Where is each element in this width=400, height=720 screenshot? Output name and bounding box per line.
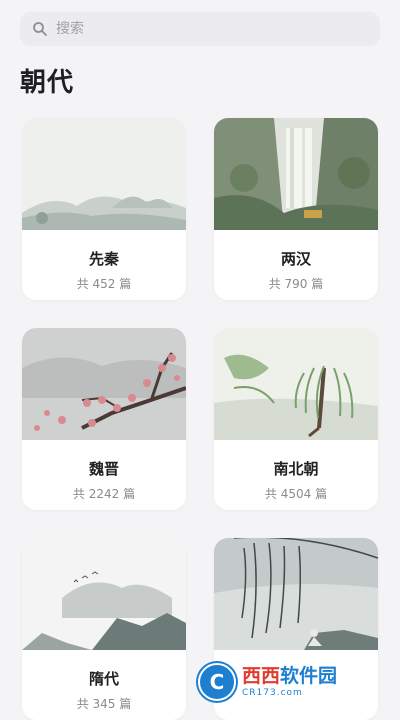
dynasty-name: 隋代 bbox=[88, 670, 119, 688]
search-bar[interactable] bbox=[20, 12, 380, 46]
dynasty-name: 两汉 bbox=[280, 250, 311, 268]
poem-count: 共 452 篇 bbox=[76, 277, 132, 291]
dynasty-image bbox=[214, 328, 378, 440]
dynasty-image bbox=[214, 118, 378, 230]
dynasty-grid: 先秦 共 452 篇 两汉 共 790 篇 魏晋 共 2242 篇 南北朝 共 … bbox=[22, 118, 378, 720]
search-input[interactable] bbox=[54, 20, 358, 38]
site-watermark: C 西西软件园 CR173.com bbox=[198, 662, 386, 702]
poem-count: 共 345 篇 bbox=[76, 697, 132, 711]
dynasty-image bbox=[22, 538, 186, 650]
search-icon bbox=[33, 22, 47, 36]
watermark-brand-part1: 西西 bbox=[242, 664, 281, 687]
dynasty-card-nanbeichao[interactable]: 南北朝 共 4504 篇 bbox=[214, 328, 378, 510]
dynasty-image bbox=[22, 118, 186, 230]
dynasty-image bbox=[22, 328, 186, 440]
watermark-brand-part2: 软件园 bbox=[280, 664, 338, 687]
cr-logo-icon: C bbox=[198, 663, 236, 701]
dynasty-name: 先秦 bbox=[88, 250, 119, 268]
dynasty-card-suidai[interactable]: 隋代 共 345 篇 bbox=[22, 538, 186, 720]
poem-count: 共 2242 篇 bbox=[72, 487, 136, 501]
dynasty-name: 南北朝 bbox=[273, 460, 319, 478]
watermark-url: CR173.com bbox=[242, 687, 303, 698]
dynasty-card-xianqin[interactable]: 先秦 共 452 篇 bbox=[22, 118, 186, 300]
dynasty-name: 魏晋 bbox=[88, 460, 119, 478]
poem-count: 共 4504 篇 bbox=[264, 487, 328, 501]
dynasty-card-lianghan[interactable]: 两汉 共 790 篇 bbox=[214, 118, 378, 300]
watermark-text: 西西软件园 CR173.com bbox=[242, 664, 338, 698]
page-title: 朝代 bbox=[20, 68, 75, 98]
dynasty-image bbox=[214, 538, 378, 650]
dynasty-card-weijin[interactable]: 魏晋 共 2242 篇 bbox=[22, 328, 186, 510]
poem-count: 共 790 篇 bbox=[268, 277, 324, 291]
